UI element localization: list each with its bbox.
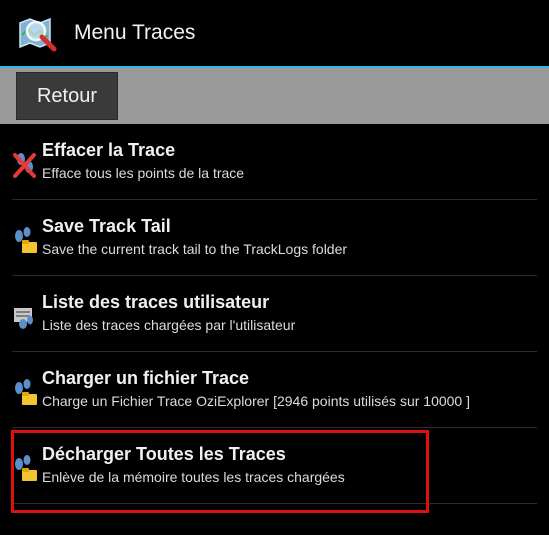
menu-item-description: Efface tous les points de la trace xyxy=(42,165,245,181)
footprints-folder-icon xyxy=(12,226,38,254)
menu-item-description: Charge un Fichier Trace OziExplorer [294… xyxy=(42,393,470,409)
menu-item-description: Enlève de la mémoire toutes les traces c… xyxy=(42,469,345,485)
menu-item-save-track-tail[interactable]: Save Track Tail Save the current track t… xyxy=(12,200,537,276)
footprints-folder-icon xyxy=(12,454,38,482)
back-button[interactable]: Retour xyxy=(16,72,118,120)
menu-item-effacer-trace[interactable]: Effacer la Trace Efface tous les points … xyxy=(12,124,537,200)
menu-item-title: Charger un fichier Trace xyxy=(42,368,250,388)
menu-item-title: Liste des traces utilisateur xyxy=(42,292,270,312)
menu-item-title: Save Track Tail xyxy=(42,216,171,236)
menu-item-description: Liste des traces chargées par l'utilisat… xyxy=(42,317,296,333)
menu-item-charger-trace[interactable]: Charger un fichier Trace Charge un Fichi… xyxy=(12,352,537,428)
map-search-icon xyxy=(16,13,60,53)
menu-item-liste-traces[interactable]: Liste des traces utilisateur Liste des t… xyxy=(12,276,537,352)
menu-item-title: Décharger Toutes les Traces xyxy=(42,444,286,464)
menu-list: Effacer la Trace Efface tous les points … xyxy=(0,124,549,504)
app-title: Menu Traces xyxy=(74,21,196,44)
erase-footprints-icon xyxy=(12,150,38,178)
title-bar: Menu Traces xyxy=(0,0,549,66)
footprints-folder-icon xyxy=(12,378,38,406)
menu-item-decharger-traces[interactable]: Décharger Toutes les Traces Enlève de la… xyxy=(12,428,537,504)
footprints-list-icon xyxy=(12,302,38,330)
menu-item-description: Save the current track tail to the Track… xyxy=(42,241,348,257)
menu-item-title: Effacer la Trace xyxy=(42,140,176,160)
